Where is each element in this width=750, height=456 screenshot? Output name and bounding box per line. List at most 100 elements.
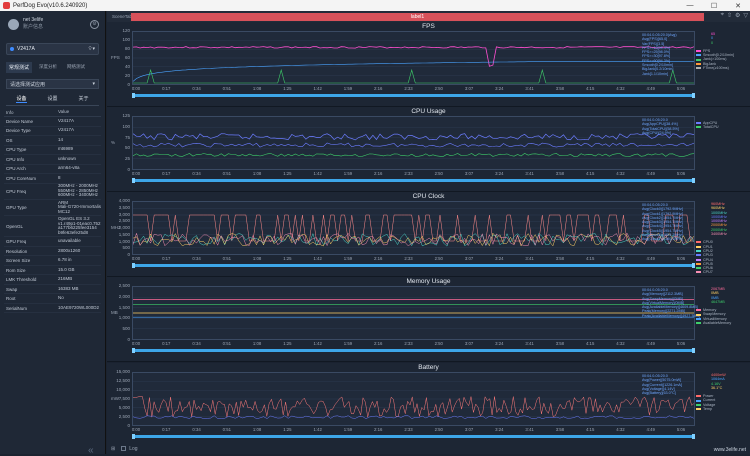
slider-handle[interactable]	[692, 93, 695, 98]
slider-handle[interactable]	[132, 434, 135, 439]
upload-icon[interactable]: ⇧	[727, 12, 732, 19]
x-tick-label: 2:33	[404, 256, 413, 261]
user-name: net 3elife	[23, 17, 44, 23]
slider-handle[interactable]	[132, 263, 135, 268]
mode-tab[interactable]: 网络测试	[64, 62, 88, 73]
x-tick-label: 0:34	[192, 256, 201, 261]
info-key: Swap	[6, 286, 18, 292]
legend-swatch	[696, 241, 701, 244]
location-icon[interactable]: ⌖	[721, 12, 724, 19]
x-tick-label: 0:51	[222, 171, 232, 176]
legend-item[interactable]: Temp	[696, 407, 715, 411]
table-row: CPU Freq 300MHz - 2000MHz 550MHz - 2850MH…	[4, 184, 101, 200]
x-tick-label: 4:49	[646, 427, 655, 432]
table-row: CPU Arch arm64-v8a	[4, 165, 101, 174]
slider-handle[interactable]	[132, 93, 135, 98]
legend-item[interactable]: CPU7	[696, 270, 713, 274]
log-checkbox[interactable]	[121, 446, 127, 451]
x-tick-label: 2:16	[374, 171, 383, 176]
info-value: 300MHz - 2000MHz 550MHz - 2850MHz 600MHz…	[58, 183, 99, 198]
time-range-slider[interactable]	[132, 93, 695, 98]
current-value: 36.1°C	[711, 385, 723, 390]
plot-area[interactable]	[132, 116, 695, 170]
info-key: Screen Size	[6, 258, 31, 264]
info-value: No	[58, 295, 64, 301]
legend-item[interactable]: TotalCPU	[696, 125, 719, 129]
avatar[interactable]	[8, 18, 19, 30]
slider-handle[interactable]	[692, 348, 695, 353]
x-tick-label: 1:59	[343, 86, 353, 91]
info-key: CPU Freq	[6, 188, 27, 194]
info-key: Root	[6, 296, 16, 302]
close-button[interactable]: ✕	[726, 2, 750, 10]
device-select[interactable]: V2417A ⌔ ▾	[6, 43, 99, 55]
account-info-link[interactable]: 账户信息	[23, 24, 90, 31]
add-icon[interactable]: ⊞	[111, 446, 115, 452]
app-select[interactable]: 请选择测试应用 ▾	[6, 79, 99, 89]
sub-tab[interactable]: 关于	[78, 95, 88, 103]
slider-handle[interactable]	[132, 178, 135, 183]
scene-tab[interactable]: SceneTab	[107, 14, 133, 19]
current-value: 0	[711, 40, 714, 45]
y-tick-label: 100	[122, 37, 130, 42]
info-key: CPU Arch	[6, 166, 26, 172]
slider-handle[interactable]	[692, 434, 695, 439]
plot-svg	[133, 127, 694, 159]
gear-icon[interactable]: ⚙	[90, 19, 99, 29]
legend-label: AvailableMemory	[703, 321, 732, 326]
mode-tab[interactable]: 深度分析	[36, 62, 60, 73]
x-tick-label: 4:15	[585, 86, 595, 91]
y-tick-label: 12,500	[116, 378, 130, 383]
x-tick-label: 1:42	[313, 256, 322, 261]
x-tick-label: 3:41	[525, 86, 534, 91]
mode-tab[interactable]: 常规测试	[6, 62, 33, 73]
x-tick-label: 3:58	[555, 256, 565, 261]
plot-area[interactable]	[132, 372, 695, 426]
stat-line: Avg(Clock7)[2380.1MHz]	[642, 237, 683, 242]
legend-item[interactable]: AvailableMemory	[696, 321, 731, 325]
label-bar[interactable]: label1	[131, 13, 704, 21]
y-tick-label: 0	[127, 423, 130, 428]
current-values: 65 0 0	[711, 32, 715, 45]
maximize-button[interactable]: ☐	[702, 2, 726, 10]
filter-icon[interactable]: ▽	[743, 12, 748, 19]
x-tick-label: 3:24	[495, 427, 504, 432]
y-tick-label: 50	[124, 145, 130, 151]
stat-line: Avg(Clock0)[1792.9MHz]	[642, 207, 683, 212]
info-value: 14	[58, 136, 64, 142]
x-tick-label: 1:59	[343, 256, 353, 261]
time-range-slider[interactable]	[132, 348, 695, 353]
plot-area[interactable]	[132, 201, 695, 255]
sub-tab[interactable]: 设置	[47, 95, 57, 103]
plot-area[interactable]	[132, 286, 695, 340]
y-tick-label: 80	[124, 46, 130, 51]
plot-area[interactable]	[132, 31, 695, 85]
x-tick-label: 3:24	[495, 256, 504, 261]
legend-swatch	[696, 254, 701, 257]
info-value: V2417A	[58, 127, 75, 133]
stat-line: Peak(AvailableMemory)[4927.3MB]	[642, 313, 700, 318]
slider-handle[interactable]	[692, 178, 695, 183]
collapse-sidebar-icon[interactable]: «	[88, 445, 94, 456]
legend-swatch	[696, 317, 701, 320]
legend-swatch	[696, 403, 701, 406]
x-tick-label: 1:08	[252, 427, 262, 432]
sub-tab[interactable]: 设备	[16, 95, 27, 103]
time-range-slider[interactable]	[132, 434, 695, 439]
time-range-slider[interactable]	[132, 263, 695, 268]
y-tick-label: 1,000	[118, 315, 130, 321]
minimize-button[interactable]: —	[678, 2, 702, 9]
slider-handle[interactable]	[132, 348, 135, 353]
table-header: Info Value	[4, 108, 101, 117]
info-value: 6.78 in	[58, 257, 72, 263]
x-tick-label: 2:16	[374, 256, 383, 261]
x-axis: 0:00 0:17 0:34 0:51 1:08 1:25 1:42 1:59 2:16 2:33…	[132, 171, 695, 177]
scene-settings-icon[interactable]: ⚙	[735, 12, 740, 19]
legend-item[interactable]: FTime(≥100ms)	[696, 66, 734, 70]
legend-swatch	[696, 395, 701, 398]
x-tick-label: 1:42	[313, 86, 322, 91]
x-tick-label: 0:17	[162, 427, 171, 432]
x-axis: 0:00 0:17 0:34 0:51 1:08 1:25 1:42 1:59 2:16 2:33…	[132, 427, 695, 433]
time-range-slider[interactable]	[132, 178, 695, 183]
slider-handle[interactable]	[692, 263, 695, 268]
